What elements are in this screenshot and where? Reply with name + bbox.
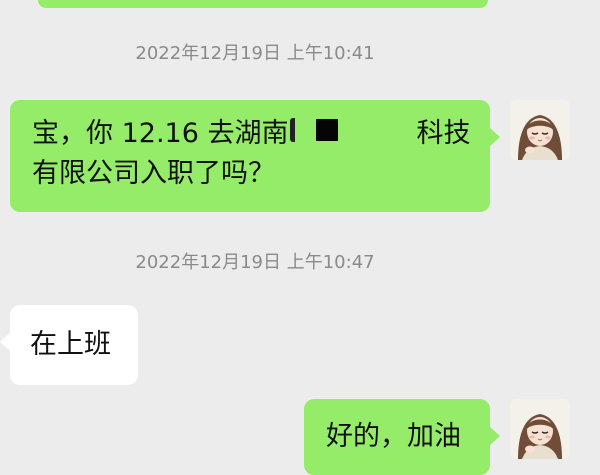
message-text: 好的，加油 — [326, 421, 461, 452]
message-text: 宝，你 12.16 去湖南 — [32, 118, 289, 149]
user-avatar[interactable] — [510, 399, 570, 459]
message-timestamp: 2022年12月19日 上午10:41 — [135, 43, 375, 64]
message-text: 科技 — [416, 118, 471, 149]
message-line: 宝，你 12.16 去湖南 科技 — [32, 114, 474, 154]
chat-area[interactable]: 2022年12月19日 上午10:41 宝，你 12.16 去湖南 科技 有限公司… — [0, 0, 600, 475]
outgoing-message-bubble[interactable]: 宝，你 12.16 去湖南 科技 有限公司入职了吗？ — [10, 100, 500, 212]
outgoing-message-bubble[interactable]: 好的，加油 — [304, 399, 500, 475]
redacted-company-name — [290, 115, 415, 147]
avatar-girl-illustration-icon — [510, 100, 570, 160]
message-timestamp: 2022年12月19日 上午10:47 — [135, 252, 375, 273]
message-text: 在上班 — [30, 329, 111, 360]
previous-message-bubble-edge — [38, 0, 488, 8]
message-line: 有限公司入职了吗？ — [32, 158, 275, 189]
avatar-girl-illustration-icon — [510, 399, 570, 459]
incoming-message-bubble[interactable]: 在上班 — [0, 305, 138, 385]
user-avatar[interactable] — [510, 100, 570, 160]
